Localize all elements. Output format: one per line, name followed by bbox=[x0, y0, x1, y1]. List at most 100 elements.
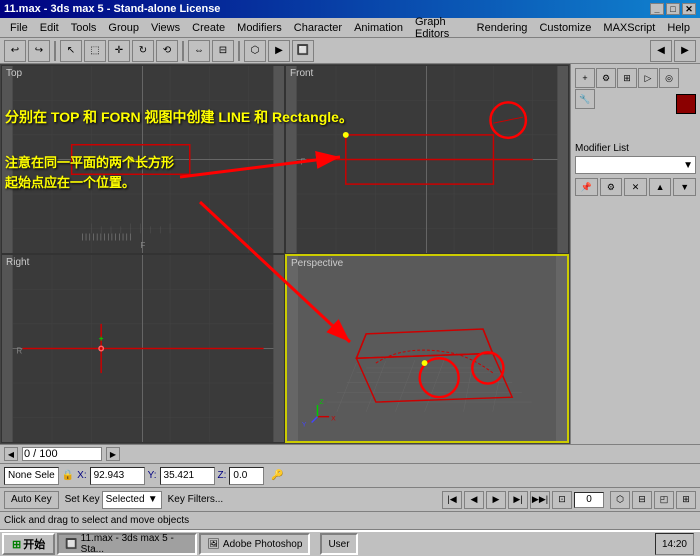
toolbar-render-scene[interactable]: 🔲 bbox=[292, 40, 314, 62]
menu-modifiers[interactable]: Modifiers bbox=[231, 20, 288, 36]
x-field[interactable]: 92.943 bbox=[90, 467, 145, 485]
taskbar-item-photoshop[interactable]: 🖼 Adobe Photoshop bbox=[199, 533, 310, 555]
toolbar-scale[interactable]: ⟲ bbox=[156, 40, 178, 62]
viewport-front[interactable]: Front bbox=[285, 65, 569, 254]
modifier-dropdown[interactable]: ▼ bbox=[575, 156, 696, 174]
menu-create[interactable]: Create bbox=[186, 20, 231, 36]
panel-btn-move-down[interactable]: ▼ bbox=[673, 178, 696, 196]
taskbar-photoshop-icon: 🖼 bbox=[207, 539, 220, 550]
toolbar-select-region[interactable]: ⬚ bbox=[84, 40, 106, 62]
none-select-field: None Sele bbox=[4, 467, 59, 485]
toolbar-select[interactable]: ↖ bbox=[60, 40, 82, 62]
taskbar-user-label: User bbox=[328, 539, 349, 550]
taskbar-right: 14:20 bbox=[655, 533, 698, 555]
maximize-button[interactable]: □ bbox=[666, 3, 680, 15]
menu-customize[interactable]: Customize bbox=[533, 20, 597, 36]
panel-tab-display[interactable]: ◎ bbox=[659, 68, 679, 88]
menu-file[interactable]: File bbox=[4, 20, 34, 36]
start-button[interactable]: ⊞ 开始 bbox=[2, 533, 55, 555]
menu-help[interactable]: Help bbox=[661, 20, 696, 36]
svg-text:F: F bbox=[141, 241, 146, 250]
title-bar: 11.max - 3ds max 5 - Stand-alone License… bbox=[0, 0, 700, 18]
anim-tools1[interactable]: ⬡ bbox=[610, 491, 630, 509]
y-value: 35.421 bbox=[164, 470, 195, 481]
toolbar-align[interactable]: ⊟ bbox=[212, 40, 234, 62]
taskbar-item-3dsmax[interactable]: 🔲 11.max - 3ds max 5 - Sta... bbox=[57, 533, 197, 555]
lock-icon[interactable]: 🔒 bbox=[62, 470, 74, 481]
panel-tab-create[interactable]: + bbox=[575, 68, 595, 88]
viewport-right[interactable]: Right bbox=[1, 254, 285, 443]
svg-text:| | | | | | | | | |: | | | | | | | | | | | | | | bbox=[81, 234, 131, 241]
title-text: 11.max - 3ds max 5 - Stand-alone License bbox=[4, 3, 220, 15]
toolbar-mirror[interactable]: ⇔ bbox=[188, 40, 210, 62]
anim-tools3[interactable]: ◰ bbox=[654, 491, 674, 509]
svg-text:Z: Z bbox=[319, 399, 323, 406]
menu-group[interactable]: Group bbox=[102, 20, 145, 36]
toolbar-r1[interactable]: ◀ bbox=[650, 40, 672, 62]
anim-key-mode[interactable]: ⊡ bbox=[552, 491, 572, 509]
close-button[interactable]: ✕ bbox=[682, 3, 696, 15]
key-icon: 🔑 bbox=[271, 470, 283, 481]
selected-value: Selected bbox=[106, 494, 145, 505]
anim-next[interactable]: ▶| bbox=[508, 491, 528, 509]
frame-field[interactable]: 0 bbox=[574, 492, 604, 508]
menu-tools[interactable]: Tools bbox=[65, 20, 103, 36]
anim-prev-start[interactable]: |◀ bbox=[442, 491, 462, 509]
toolbar-r2[interactable]: ▶ bbox=[674, 40, 696, 62]
panel-btn-config[interactable]: ⚙ bbox=[600, 178, 623, 196]
menu-views[interactable]: Views bbox=[145, 20, 186, 36]
panel-tab-utilities[interactable]: 🔧 bbox=[575, 89, 595, 109]
viewport-perspective-label: Perspective bbox=[291, 258, 343, 269]
none-select-text: None Sele bbox=[8, 470, 55, 481]
viewport-top[interactable]: Top bbox=[1, 65, 285, 254]
toolbar-rotate[interactable]: ↻ bbox=[132, 40, 154, 62]
menu-maxscript[interactable]: MAXScript bbox=[597, 20, 661, 36]
toolbar-redo[interactable]: ↪ bbox=[28, 40, 50, 62]
selected-dropdown-arrow: ▼ bbox=[148, 494, 158, 505]
panel-buttons: 📌 ⚙ ✕ ▲ ▼ bbox=[575, 178, 696, 196]
anim-prev[interactable]: ◀ bbox=[464, 491, 484, 509]
anim-play[interactable]: ▶ bbox=[486, 491, 506, 509]
panel-tab-motion[interactable]: ▷ bbox=[638, 68, 658, 88]
viewports: Top bbox=[0, 64, 570, 444]
anim-next-end[interactable]: ▶▶| bbox=[530, 491, 550, 509]
viewport-perspective[interactable]: Perspective bbox=[285, 254, 569, 443]
taskbar-item-user[interactable]: User bbox=[320, 533, 357, 555]
viewport-perspective-svg: X Z Y bbox=[287, 256, 567, 441]
anim-tools2[interactable]: ⊟ bbox=[632, 491, 652, 509]
panel-tab-modify[interactable]: ⚙ bbox=[596, 68, 616, 88]
key-filters-label[interactable]: Key Filters... bbox=[168, 494, 224, 505]
viewport-front-label: Front bbox=[290, 68, 313, 79]
toolbar-render[interactable]: ▶ bbox=[268, 40, 290, 62]
progress-bar: 0 / 100 bbox=[22, 447, 102, 461]
toolbar: ↩ ↪ ↖ ⬚ ✛ ↻ ⟲ ⇔ ⊟ ⬡ ▶ 🔲 ◀ ▶ bbox=[0, 38, 700, 64]
color-swatch[interactable] bbox=[676, 94, 696, 114]
selected-dropdown[interactable]: Selected ▼ bbox=[102, 491, 162, 509]
y-label: Y: bbox=[148, 470, 157, 481]
svg-text:T: T bbox=[17, 157, 22, 166]
menu-bar: File Edit Tools Group Views Create Modif… bbox=[0, 18, 700, 38]
menu-edit[interactable]: Edit bbox=[34, 20, 65, 36]
y-field[interactable]: 35.421 bbox=[160, 467, 215, 485]
panel-btn-remove[interactable]: ✕ bbox=[624, 178, 647, 196]
scroll-right-btn[interactable]: ▶ bbox=[106, 447, 120, 461]
panel-btn-move-up[interactable]: ▲ bbox=[649, 178, 672, 196]
menu-animation[interactable]: Animation bbox=[348, 20, 409, 36]
menu-rendering[interactable]: Rendering bbox=[471, 20, 534, 36]
menu-graph-editors[interactable]: Graph Editors bbox=[409, 14, 471, 42]
toolbar-move[interactable]: ✛ bbox=[108, 40, 130, 62]
panel-tab-hierarchy[interactable]: ⊞ bbox=[617, 68, 637, 88]
toolbar-undo[interactable]: ↩ bbox=[4, 40, 26, 62]
anim-tools4[interactable]: ⊞ bbox=[676, 491, 696, 509]
panel-btn-pin[interactable]: 📌 bbox=[575, 178, 598, 196]
toolbar-material[interactable]: ⬡ bbox=[244, 40, 266, 62]
lower-status: None Sele 🔒 X: 92.943 Y: 35.421 Z: 0.0 🔑 bbox=[0, 464, 700, 488]
menu-character[interactable]: Character bbox=[288, 20, 348, 36]
scroll-left-btn[interactable]: ◀ bbox=[4, 447, 18, 461]
svg-text:X: X bbox=[331, 416, 336, 423]
minimize-button[interactable]: _ bbox=[650, 3, 664, 15]
anim-controls: Auto Key Set Key Selected ▼ Key Filters.… bbox=[0, 488, 700, 512]
z-field[interactable]: 0.0 bbox=[229, 467, 264, 485]
auto-key-button[interactable]: Auto Key bbox=[4, 491, 59, 509]
clock-time: 14:20 bbox=[662, 539, 687, 550]
